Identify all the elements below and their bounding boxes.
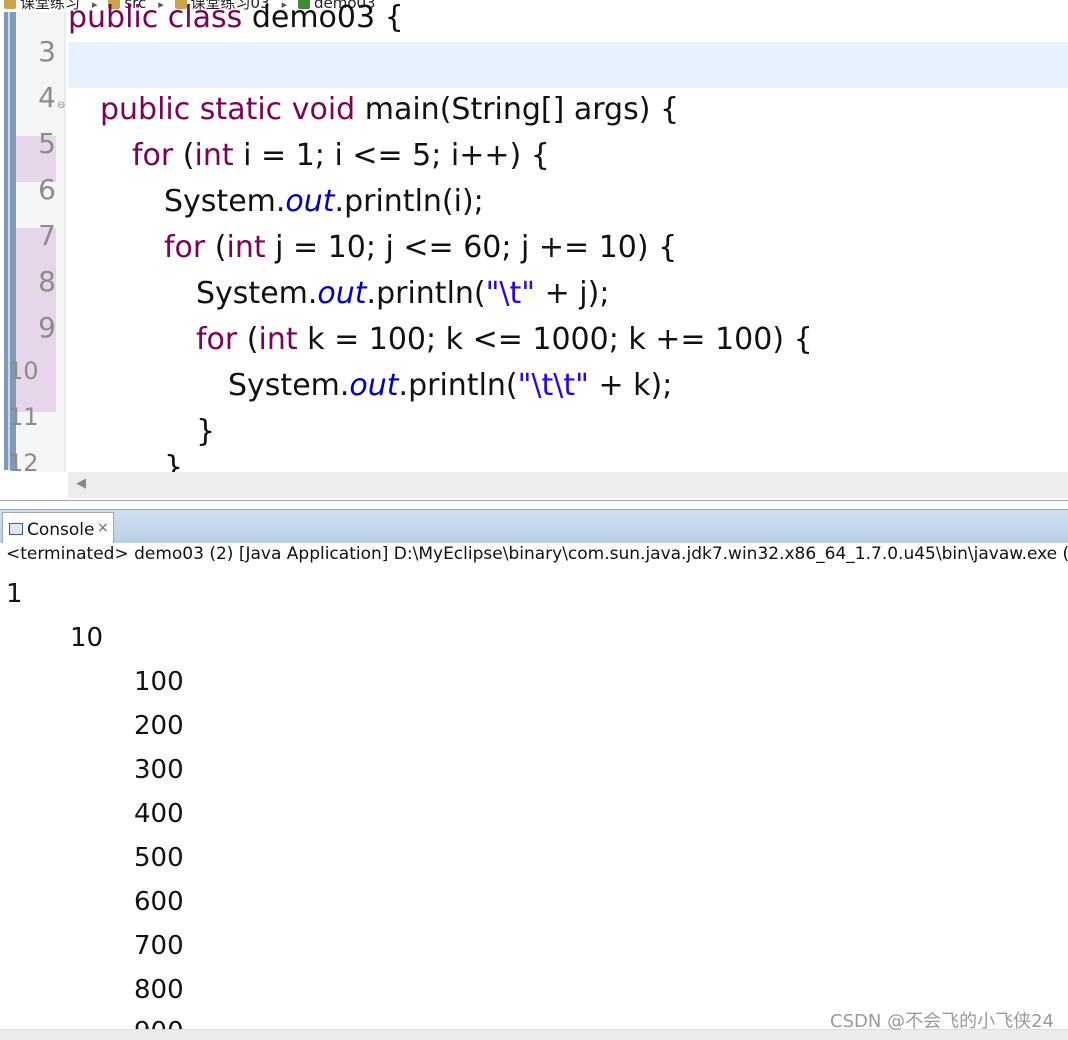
output-line: 200 xyxy=(134,711,184,741)
code-line: 11 System.out.println("\t\t" + k); xyxy=(0,368,1068,431)
code-text: System.out.println("\t" + j); xyxy=(196,276,610,311)
code-line: 7 System.out.println(i); xyxy=(0,184,1068,252)
code-text: for (int j = 10; j <= 60; j += 10) { xyxy=(164,230,678,265)
code-text: for (int i = 1; i <= 5; i++) { xyxy=(132,138,550,173)
console-process-description: <terminated> demo03 (2) [Java Applicatio… xyxy=(0,543,1068,571)
tab-console[interactable]: Console × xyxy=(2,512,114,545)
code-line: 3 public class demo03 { xyxy=(0,0,1068,68)
output-line: 700 xyxy=(134,931,184,961)
code-text: for (int k = 100; k <= 1000; k += 100) { xyxy=(196,322,813,357)
watermark: CSDN @不会飞的小飞侠24 xyxy=(830,1011,1054,1032)
output-line: 300 xyxy=(134,755,184,785)
tab-label: Console xyxy=(27,520,95,540)
output-line: 800 xyxy=(134,975,184,1005)
fold-toggle-icon[interactable]: ⊖ xyxy=(57,100,65,111)
scroll-left-icon[interactable]: ◀ xyxy=(76,476,86,491)
horizontal-scrollbar[interactable]: ◀ xyxy=(68,472,1068,498)
output-line: 100 xyxy=(134,667,184,697)
code-editor[interactable]: 3 public class demo03 { 4 5 ⊖ public sta… xyxy=(0,0,1068,501)
code-text: public static void main(String[] args) { xyxy=(100,92,680,127)
output-line: 500 xyxy=(134,843,184,873)
code-line: 8 for (int j = 10; j <= 60; j += 10) { xyxy=(0,230,1068,298)
code-line: } xyxy=(0,450,1068,472)
code-text: System.out.println("\t\t" + k); xyxy=(228,368,673,403)
code-text: public class demo03 { xyxy=(68,0,404,35)
code-line: 9 System.out.println("\t" + j); xyxy=(0,276,1068,344)
code-line: 10 for (int k = 100; k <= 1000; k += 100… xyxy=(0,322,1068,385)
code-line: 5 ⊖ public static void main(String[] arg… xyxy=(0,92,1068,160)
output-line: 600 xyxy=(134,887,184,917)
console-icon xyxy=(9,523,23,535)
console-tab-bar: Console × xyxy=(0,509,1068,545)
close-icon[interactable]: × xyxy=(97,520,109,536)
code-text: } xyxy=(196,414,216,449)
console-output[interactable]: 1 10 100 200 300 400 500 600 700 800 900 xyxy=(0,571,1068,1029)
output-line: 900 xyxy=(134,1017,184,1029)
output-line: 1 xyxy=(6,579,23,609)
code-text: } xyxy=(164,450,184,472)
code-line: 6 for (int i = 1; i <= 5; i++) { xyxy=(0,138,1068,206)
code-line: 4 xyxy=(0,46,1068,114)
output-line: 400 xyxy=(134,799,184,829)
code-text: System.out.println(i); xyxy=(164,184,484,219)
output-line: 10 xyxy=(70,623,104,653)
